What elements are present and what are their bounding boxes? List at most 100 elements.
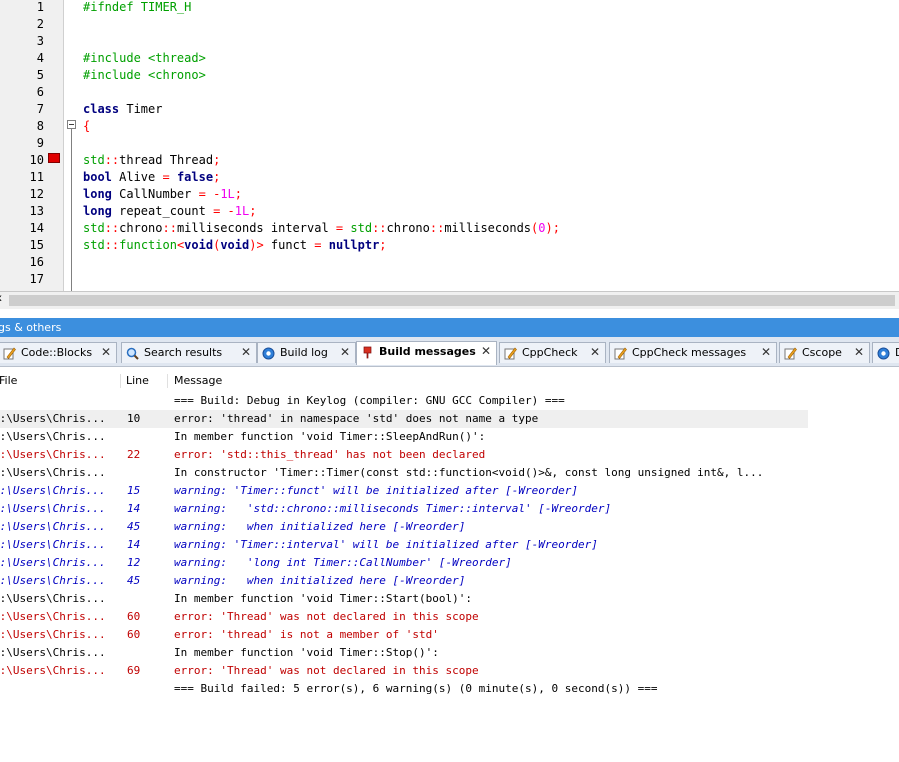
identifier: chrono	[119, 221, 163, 235]
line-number: 14	[29, 221, 44, 235]
build-pin-icon	[363, 346, 372, 359]
table-row[interactable]: === Build failed: 5 error(s), 6 warning(…	[0, 680, 808, 698]
keyword: void	[184, 238, 214, 252]
identifier: milliseconds interval	[176, 221, 336, 235]
tab-debugger[interactable]: D	[872, 342, 899, 363]
build-messages-list[interactable]: File Line Message === Build: Debug in Ke…	[0, 367, 899, 762]
code-editor[interactable]: 1 2 3 4 5 6 7 8 9 10 11 12 13 14 15 16 1…	[0, 0, 899, 291]
tab-label: CppCheck	[522, 346, 578, 359]
line-cell: 69	[127, 664, 141, 677]
horizontal-scrollbar[interactable]: x	[0, 291, 899, 309]
tab-cppcheck-messages[interactable]: CppCheck messages ✕	[609, 342, 777, 363]
close-icon[interactable]: ✕	[481, 342, 491, 361]
line-cell: 60	[127, 628, 141, 641]
table-row[interactable]: C:\Users\Chris... 60 error: 'thread' is no…	[0, 626, 808, 644]
line-cell: 15	[127, 484, 141, 497]
keyword: void	[220, 238, 250, 252]
logs-panel-title-bar[interactable]: gs & others	[0, 318, 899, 337]
line-number: 4	[36, 51, 44, 65]
table-row[interactable]: C:\Users\Chris... 45 warning: when initial…	[0, 518, 808, 536]
code-line-11: bool Alive = false;	[83, 169, 220, 186]
operator: =	[198, 187, 206, 201]
message-cell: === Build: Debug in Keylog (compiler: GN…	[174, 394, 565, 407]
code-line-10: std::thread Thread;	[83, 152, 220, 169]
column-header-file[interactable]: File	[0, 374, 121, 388]
close-icon[interactable]: ✕	[761, 343, 771, 362]
column-header-line[interactable]: Line	[126, 374, 168, 388]
preprocessor-directive: #include <thread>	[83, 51, 206, 65]
operator: =	[162, 170, 170, 184]
line-cell: 14	[127, 502, 141, 515]
table-row[interactable]: C:\Users\Chris... 14 warning: 'std::chrono…	[0, 500, 808, 518]
close-icon[interactable]: ✕	[241, 343, 251, 362]
tab-cscope[interactable]: Cscope ✕	[779, 342, 870, 363]
line-cell: 45	[127, 520, 141, 533]
line-cell: 22	[127, 448, 141, 461]
table-row[interactable]: C:\Users\Chris... In member function 'voi…	[0, 428, 808, 446]
table-row[interactable]: C:\Users\Chris... 60 error: 'Thread' was n…	[0, 608, 808, 626]
table-row[interactable]: C:\Users\Chris... 12 warning: 'long int Ti…	[0, 554, 808, 572]
tab-label: Search results	[144, 346, 223, 359]
line-number: 17	[29, 272, 44, 286]
fold-collapse-icon[interactable]	[67, 120, 76, 129]
line-number: 13	[29, 204, 44, 218]
magnifier-icon	[126, 347, 139, 360]
file-cell: C:\Users\Chris...	[0, 556, 106, 569]
line-number: 15	[29, 238, 44, 252]
code-line-15: std::function<void(void)> funct = nullpt…	[83, 237, 387, 254]
close-icon[interactable]: ✕	[590, 343, 600, 362]
operator: ::	[104, 221, 120, 235]
scrollbar-thumb[interactable]	[9, 295, 895, 306]
edit-note-icon	[3, 347, 16, 360]
line-number: 6	[36, 85, 44, 99]
table-row[interactable]: C:\Users\Chris... 45 warning: when initial…	[0, 572, 808, 590]
scrollbar-corner: x	[0, 293, 2, 304]
close-icon[interactable]: ✕	[101, 343, 111, 362]
message-cell: error: 'std::this_thread' has not been d…	[174, 448, 486, 461]
keyword: class	[83, 102, 120, 116]
message-cell: === Build failed: 5 error(s), 6 warning(…	[174, 682, 658, 695]
table-row[interactable]: === Build: Debug in Keylog (compiler: GN…	[0, 392, 808, 410]
tab-build-messages[interactable]: Build messages ✕	[356, 341, 497, 365]
message-cell: error: 'thread' is not a member of 'std'	[174, 628, 439, 641]
operator: ::	[429, 221, 445, 235]
table-row[interactable]: C:\Users\Chris... In constructor 'Timer::…	[0, 464, 808, 482]
table-row[interactable]: C:\Users\Chris... In member function 'voi…	[0, 644, 808, 662]
message-cell: error: 'thread' in namespace 'std' does …	[174, 412, 539, 425]
identifier: repeat_count	[111, 204, 214, 218]
error-marker-icon[interactable]	[48, 153, 60, 163]
operator: ;	[379, 238, 387, 252]
tab-cppcheck[interactable]: CppCheck ✕	[499, 342, 606, 363]
line-cell: 10	[127, 412, 141, 425]
code-line-8: {	[83, 118, 90, 135]
table-row[interactable]: C:\Users\Chris... 22 error: 'std::this_thr…	[0, 446, 808, 464]
identifier: CallNumber	[111, 187, 199, 201]
line-cell: 45	[127, 574, 141, 587]
close-icon[interactable]: ✕	[854, 343, 864, 362]
message-cell: warning: 'long int Timer::CallNumber' [-…	[174, 556, 512, 569]
line-number: 1	[36, 0, 44, 14]
keyword: false	[176, 170, 214, 184]
tab-search-results[interactable]: Search results ✕	[121, 342, 257, 363]
table-row[interactable]: C:\Users\Chris... 10 error: 'thread' in na…	[0, 410, 808, 428]
table-row[interactable]: C:\Users\Chris... In member function 'voi…	[0, 590, 808, 608]
tab-label: Code::Blocks	[21, 346, 93, 359]
column-header-message[interactable]: Message	[174, 374, 374, 388]
operator: ::	[162, 221, 177, 235]
preprocessor-directive: #ifndef TIMER_H	[83, 0, 192, 14]
message-cell: warning: 'Timer::interval' will be initi…	[174, 538, 598, 551]
table-row[interactable]: C:\Users\Chris... 14 warning: 'Timer::inte…	[0, 536, 808, 554]
namespace: std	[83, 238, 105, 252]
file-cell: C:\Users\Chris...	[0, 484, 106, 497]
table-row[interactable]: C:\Users\Chris... 69 error: 'Thread' was n…	[0, 662, 808, 680]
line-number-gutter[interactable]: 1 2 3 4 5 6 7 8 9 10 11 12 13 14 15 16 1…	[0, 0, 64, 291]
code-line-1: #ifndef TIMER_H	[83, 0, 191, 16]
table-row[interactable]: C:\Users\Chris... 15 warning: 'Timer::func…	[0, 482, 808, 500]
close-icon[interactable]: ✕	[340, 343, 350, 362]
code-line-13: long repeat_count = -1L;	[83, 203, 256, 220]
file-cell: C:\Users\Chris...	[0, 502, 106, 515]
tab-build-log[interactable]: Build log ✕	[257, 342, 356, 363]
keyword: bool	[83, 170, 112, 184]
tab-codeblocks[interactable]: Code::Blocks ✕	[0, 342, 117, 363]
tab-label: Cscope	[802, 346, 842, 359]
